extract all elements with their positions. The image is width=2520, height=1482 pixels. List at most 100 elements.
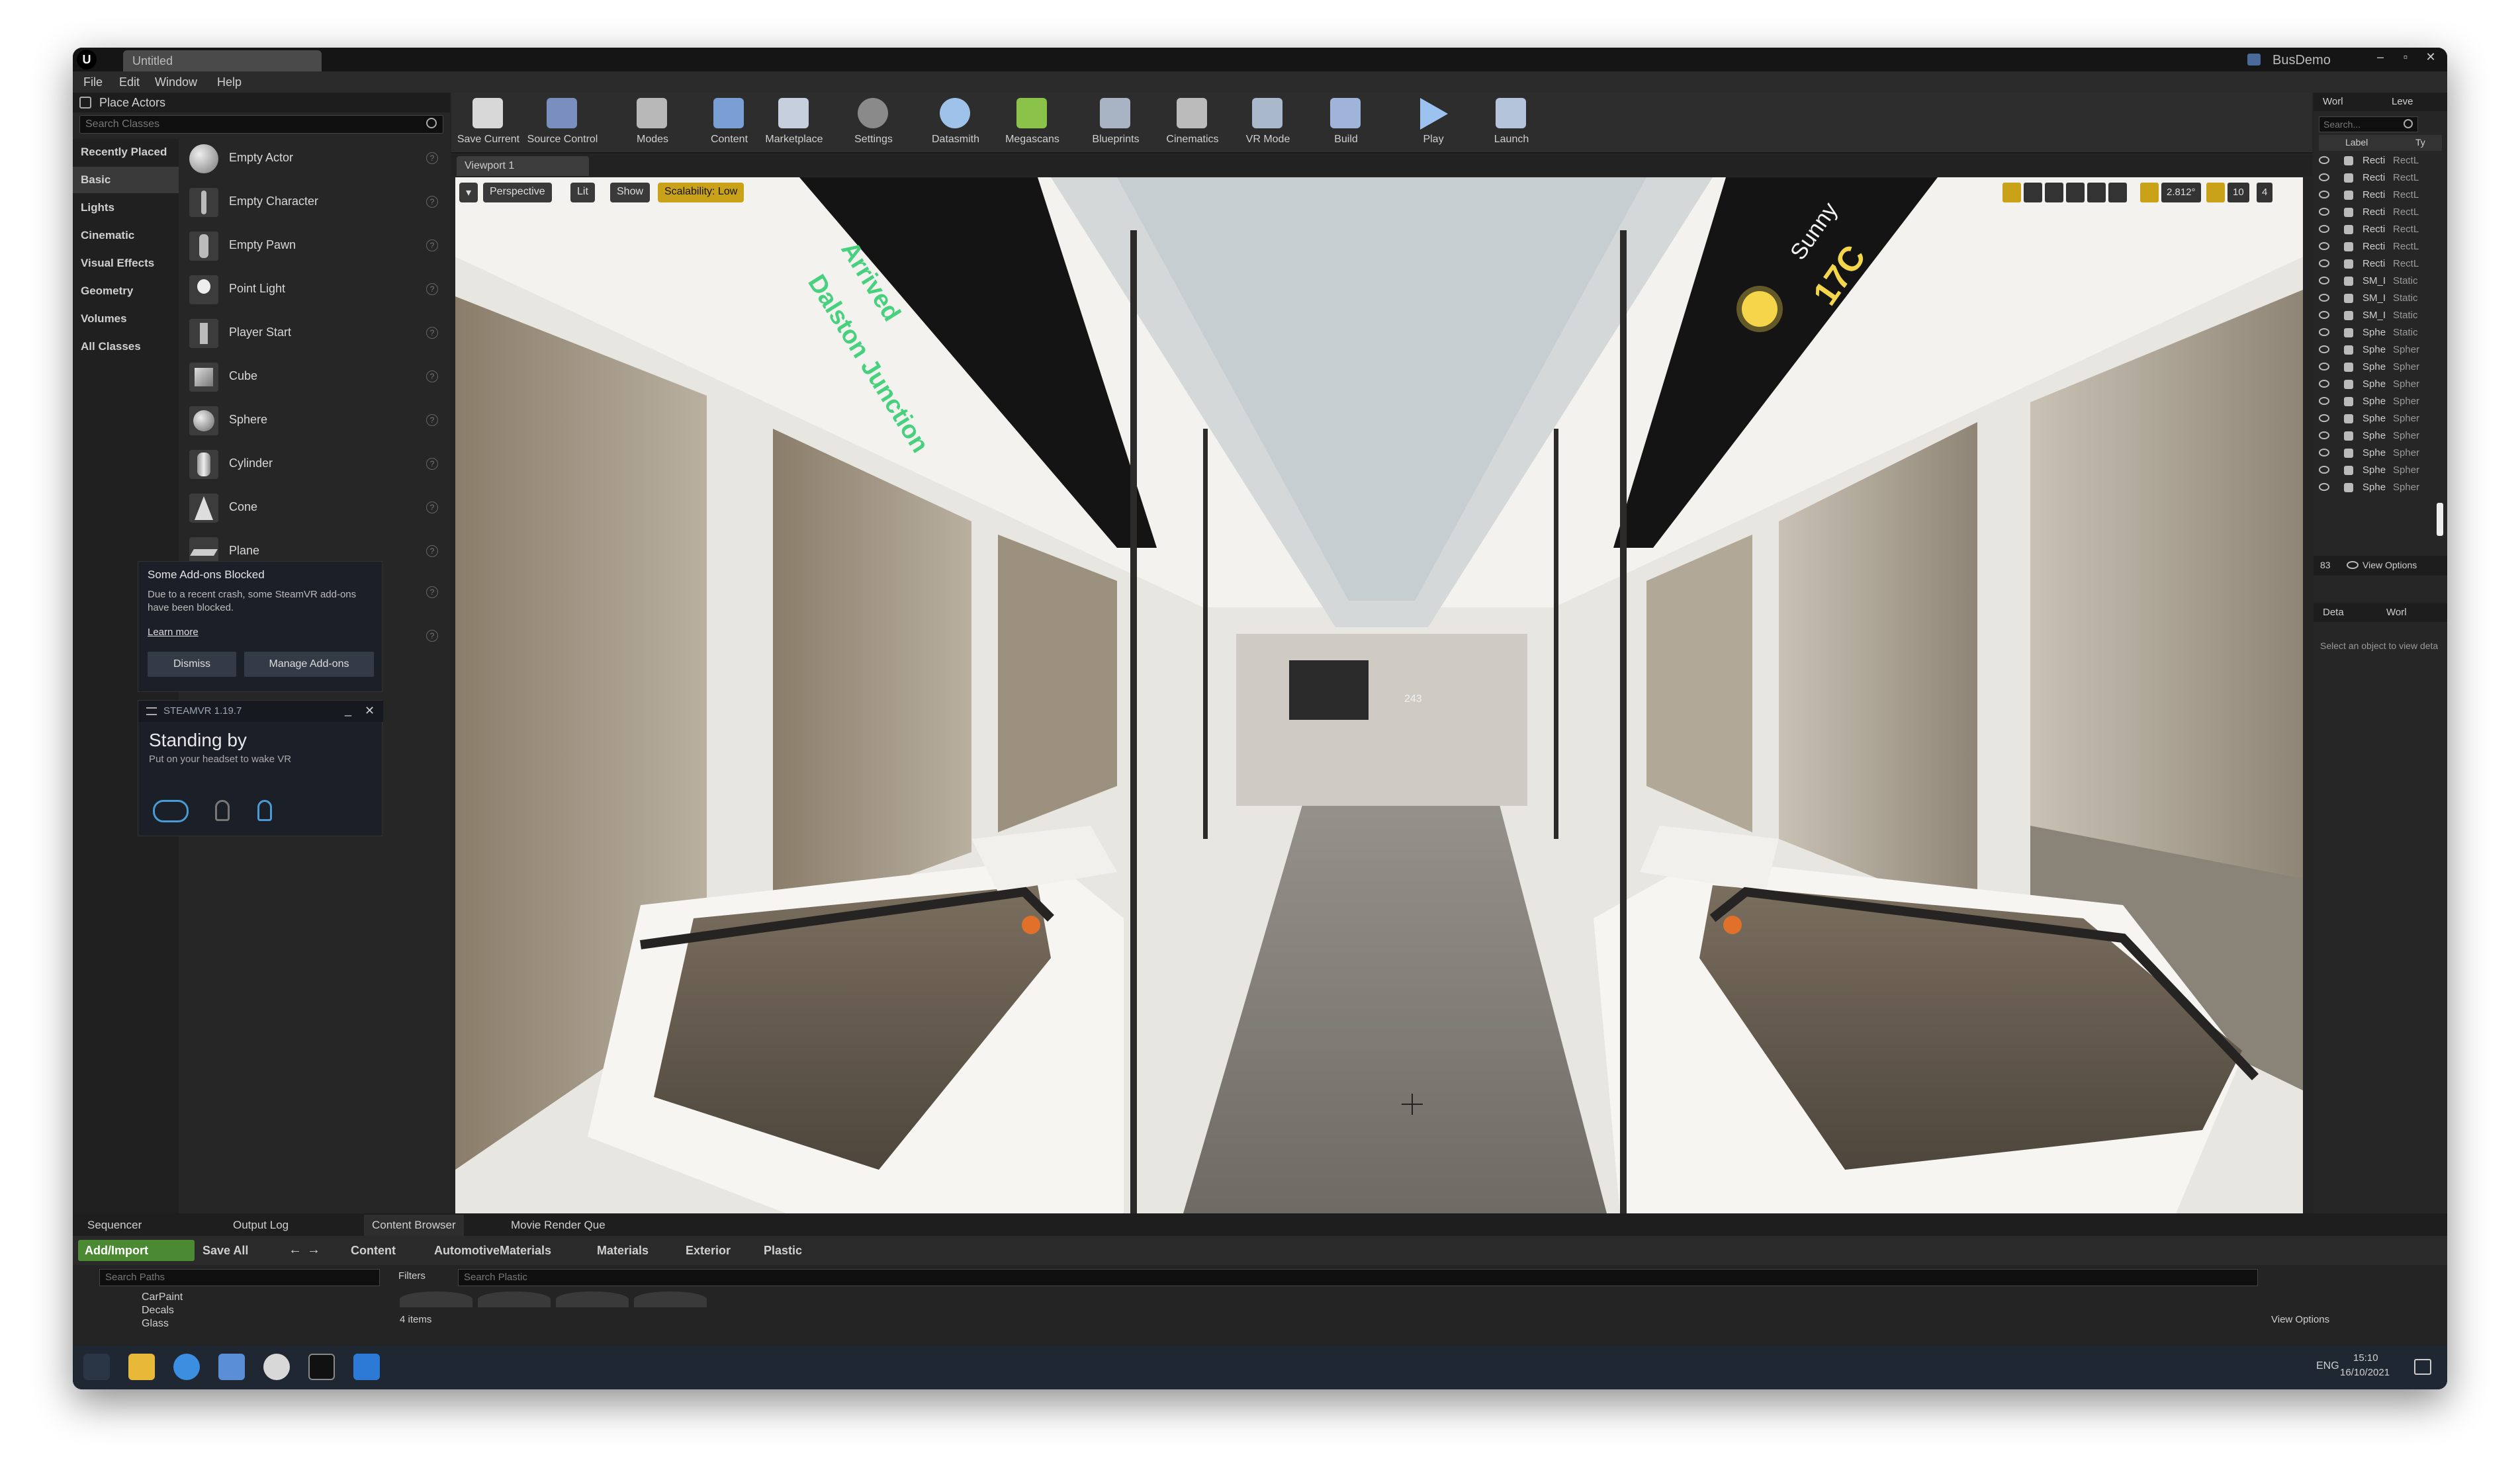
menu-edit[interactable]: Edit bbox=[119, 75, 140, 89]
forward-arrow-icon[interactable]: → bbox=[307, 1242, 320, 1258]
visibility-eye-icon[interactable] bbox=[2319, 311, 2329, 319]
angle-value[interactable]: 2.812° bbox=[2161, 183, 2201, 202]
help-icon[interactable]: ? bbox=[426, 630, 438, 642]
visibility-eye-icon[interactable] bbox=[2319, 397, 2329, 405]
content-button[interactable]: Content bbox=[692, 93, 766, 153]
visibility-eye-icon[interactable] bbox=[2319, 431, 2329, 439]
language-indicator[interactable]: ENG bbox=[2316, 1360, 2339, 1372]
grid-icon[interactable] bbox=[2108, 183, 2127, 202]
play-button[interactable]: Play bbox=[1396, 93, 1470, 153]
source-control-icon[interactable] bbox=[2247, 54, 2261, 65]
help-icon[interactable]: ? bbox=[426, 414, 438, 426]
search-classes-input[interactable]: Search Classes bbox=[79, 115, 443, 134]
menu-help[interactable]: Help bbox=[217, 75, 242, 89]
outliner-row[interactable]: Sphe Spher bbox=[2319, 412, 2445, 428]
breadcrumb-content[interactable]: Content bbox=[351, 1244, 396, 1258]
asset-thumbnail[interactable] bbox=[400, 1291, 472, 1307]
help-icon[interactable]: ? bbox=[426, 240, 438, 251]
angle-snap-icon[interactable] bbox=[2140, 183, 2159, 202]
tab-details[interactable]: Deta bbox=[2323, 607, 2344, 618]
add-import-button[interactable]: Add/Import bbox=[78, 1240, 195, 1261]
outliner-row[interactable]: Sphe Spher bbox=[2319, 377, 2445, 394]
help-icon[interactable]: ? bbox=[426, 196, 438, 208]
outliner-scrollbar[interactable] bbox=[2437, 503, 2443, 536]
asset-thumbnail[interactable] bbox=[478, 1291, 551, 1307]
breadcrumb-automotive-materials[interactable]: AutomotiveMaterials bbox=[434, 1244, 551, 1258]
actor-sphere[interactable]: Sphere ? bbox=[185, 398, 443, 441]
level-viewport[interactable]: Arrived Dalston Junction Sunny 17C 243 ▾… bbox=[455, 177, 2303, 1213]
visibility-eye-icon[interactable] bbox=[2319, 363, 2329, 370]
filters-button[interactable]: Filters bbox=[398, 1270, 426, 1282]
category-geometry[interactable]: Geometry bbox=[73, 278, 179, 304]
scale-snap-icon[interactable] bbox=[2206, 183, 2225, 202]
asset-thumbnail[interactable] bbox=[556, 1291, 629, 1307]
visibility-eye-icon[interactable] bbox=[2319, 277, 2329, 284]
view-options-button[interactable]: View Options bbox=[2271, 1314, 2329, 1325]
help-icon[interactable]: ? bbox=[426, 458, 438, 470]
visibility-eye-icon[interactable] bbox=[2319, 242, 2329, 250]
outliner-row[interactable]: Sphe Spher bbox=[2319, 480, 2445, 497]
visibility-eye-icon[interactable] bbox=[2319, 208, 2329, 216]
tab-levels[interactable]: Leve bbox=[2392, 96, 2413, 107]
outliner-row[interactable]: Recti RectL bbox=[2319, 188, 2445, 204]
close-icon[interactable]: ✕ bbox=[365, 704, 375, 718]
dismiss-button[interactable]: Dismiss bbox=[148, 652, 236, 677]
launch-button[interactable]: Launch bbox=[1474, 93, 1549, 153]
visibility-eye-icon[interactable] bbox=[2319, 414, 2329, 422]
steamvr-icon[interactable] bbox=[353, 1354, 380, 1380]
outliner-row[interactable]: Sphe Spher bbox=[2319, 429, 2445, 445]
back-arrow-icon[interactable]: ← bbox=[289, 1242, 302, 1258]
base-station-icon[interactable] bbox=[257, 800, 272, 821]
category-cinematic[interactable]: Cinematic bbox=[73, 222, 179, 249]
camera-speed-value[interactable]: 4 bbox=[2257, 183, 2273, 202]
visibility-eye-icon[interactable] bbox=[2319, 191, 2329, 198]
outliner-row[interactable]: Sphe Static bbox=[2319, 326, 2445, 342]
outliner-row[interactable]: SM_I Static bbox=[2319, 274, 2445, 290]
settings-button[interactable]: Settings bbox=[836, 93, 911, 153]
visibility-eye-icon[interactable] bbox=[2319, 259, 2329, 267]
document-tab[interactable]: Untitled bbox=[123, 50, 322, 71]
outliner-row[interactable]: Sphe Spher bbox=[2319, 343, 2445, 359]
outliner-row[interactable]: SM_I Static bbox=[2319, 308, 2445, 325]
rotate-icon[interactable] bbox=[2024, 183, 2042, 202]
visibility-eye-icon[interactable] bbox=[2319, 225, 2329, 233]
app-icon[interactable] bbox=[218, 1354, 245, 1380]
tab-world-outliner[interactable]: Worl bbox=[2323, 96, 2343, 107]
outliner-row[interactable]: Recti RectL bbox=[2319, 222, 2445, 239]
perspective-button[interactable]: Perspective bbox=[483, 183, 552, 202]
actor-empty-character[interactable]: Empty Character ? bbox=[185, 180, 443, 222]
modes-button[interactable]: Modes bbox=[615, 93, 690, 153]
tab-content-browser[interactable]: Content Browser bbox=[364, 1215, 464, 1236]
menu-file[interactable]: File bbox=[83, 75, 103, 89]
notification-center-icon[interactable] bbox=[2414, 1359, 2431, 1375]
folder-carpaint[interactable]: CarPaint bbox=[142, 1291, 183, 1303]
actor-cylinder[interactable]: Cylinder ? bbox=[185, 442, 443, 484]
outliner-row[interactable]: Sphe Spher bbox=[2319, 360, 2445, 376]
actor-cube[interactable]: Cube ? bbox=[185, 355, 443, 397]
outliner-row[interactable]: Recti RectL bbox=[2319, 240, 2445, 256]
scale-icon[interactable] bbox=[2045, 183, 2063, 202]
help-icon[interactable]: ? bbox=[426, 586, 438, 598]
folder-glass[interactable]: Glass bbox=[142, 1318, 169, 1330]
save-all-button[interactable]: Save All bbox=[202, 1244, 248, 1258]
build-button[interactable]: Build bbox=[1309, 93, 1383, 153]
tab-output-log[interactable]: Output Log bbox=[225, 1215, 296, 1236]
menu-window[interactable]: Window bbox=[155, 75, 197, 89]
help-icon[interactable]: ? bbox=[426, 545, 438, 557]
category-volumes[interactable]: Volumes bbox=[73, 306, 179, 332]
actor-empty-pawn[interactable]: Empty Pawn ? bbox=[185, 224, 443, 266]
headset-icon[interactable] bbox=[153, 800, 189, 822]
show-button[interactable]: Show bbox=[610, 183, 651, 202]
category-lights[interactable]: Lights bbox=[73, 195, 179, 221]
place-actors-title[interactable]: Place Actors bbox=[99, 96, 165, 110]
datasmith-button[interactable]: Datasmith bbox=[919, 93, 993, 153]
steam-icon[interactable] bbox=[263, 1354, 290, 1380]
save-current-button[interactable]: Save Current bbox=[451, 93, 525, 153]
viewport-options-button[interactable]: ▾ bbox=[459, 183, 478, 202]
minimize-icon[interactable]: – bbox=[2368, 50, 2393, 67]
clock-time[interactable]: 15:10 bbox=[2353, 1352, 2378, 1364]
learn-more-link[interactable]: Learn more bbox=[148, 627, 199, 638]
column-type[interactable]: Ty bbox=[2415, 137, 2425, 148]
outliner-row[interactable]: Recti RectL bbox=[2319, 205, 2445, 222]
windows-start-icon[interactable] bbox=[83, 1354, 110, 1380]
